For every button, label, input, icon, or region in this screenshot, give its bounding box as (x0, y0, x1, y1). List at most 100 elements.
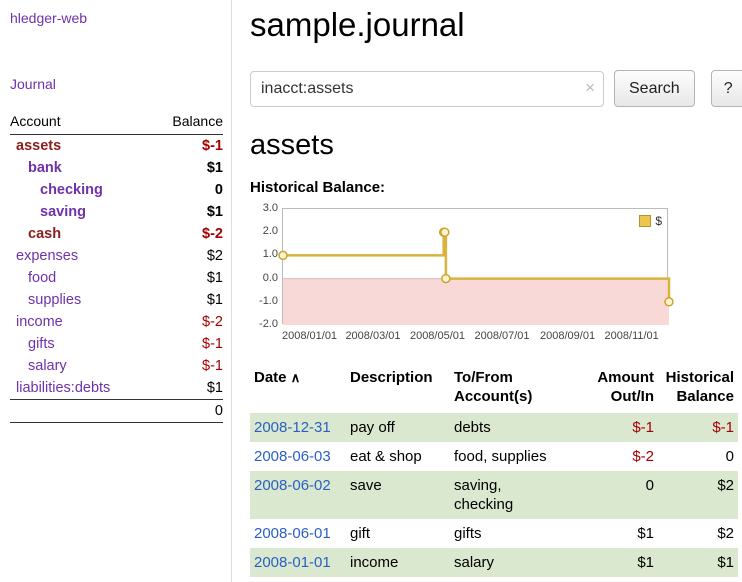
x-tick-label: 2008/01/01 (282, 330, 337, 342)
account-link-assets[interactable]: assets (16, 138, 61, 154)
transaction-amount: $1 (576, 519, 658, 548)
account-row: gifts $-1 (10, 333, 223, 355)
col-date[interactable]: Date ∧ (250, 366, 346, 413)
y-tick-label: 2.0 (250, 225, 278, 237)
transaction-balance: 0 (658, 442, 738, 471)
transaction-balance: $2 (658, 471, 738, 519)
transaction-amount: $-2 (576, 442, 658, 471)
account-balance: $1 (152, 157, 223, 179)
account-link-salary[interactable]: salary (28, 358, 67, 374)
account-link-saving[interactable]: saving (40, 204, 86, 220)
help-button[interactable]: ? (711, 70, 742, 107)
transaction-accounts: debts (450, 413, 576, 442)
search-bar: × Search ? (250, 70, 742, 107)
register-row: 2008-06-01 gift gifts $1 $2 (250, 519, 738, 548)
account-link-bank[interactable]: bank (28, 160, 62, 176)
negative-region (283, 279, 669, 325)
transaction-description: gift (346, 519, 450, 548)
legend-label: $ (655, 214, 662, 228)
account-balance: $2 (152, 245, 223, 267)
transaction-accounts: food, supplies (450, 442, 576, 471)
search-input-wrap: × (250, 71, 604, 107)
account-balance: $1 (152, 201, 223, 223)
account-balance: 0 (152, 179, 223, 201)
account-link-gifts[interactable]: gifts (28, 336, 55, 352)
transaction-balance: $1 (658, 548, 738, 577)
transaction-amount: 0 (576, 471, 658, 519)
register-row: 2008-06-03 eat & shop food, supplies $-2… (250, 442, 738, 471)
transaction-date-link[interactable]: 2008-01-01 (254, 554, 331, 571)
account-row: salary $-1 (10, 355, 223, 377)
accounts-total-balance: 0 (152, 400, 223, 423)
account-row: expenses $2 (10, 245, 223, 267)
accounts-col-balance: Balance (152, 110, 223, 135)
register-row: 2008-12-31 pay off debts $-1 $-1 (250, 413, 738, 442)
account-balance: $1 (152, 289, 223, 311)
sort-ascending-icon: ∧ (291, 370, 301, 385)
account-link-food[interactable]: food (28, 270, 56, 286)
account-heading: assets (250, 129, 742, 162)
transaction-date-link[interactable]: 2008-06-01 (254, 525, 331, 542)
account-link-checking[interactable]: checking (40, 182, 103, 198)
sidebar-item-journal[interactable]: Journal (10, 76, 56, 92)
register-row: 2008-01-01 income salary $1 $1 (250, 548, 738, 577)
col-accounts: To/From Account(s) (450, 366, 576, 413)
account-balance: $-1 (152, 333, 223, 355)
accounts-table: Account Balance assets $-1 bank $1 check… (10, 110, 223, 423)
transaction-description: pay off (346, 413, 450, 442)
account-link-cash[interactable]: cash (28, 226, 61, 242)
chart-section-label: Historical Balance: (250, 179, 742, 196)
transaction-date-link[interactable]: 2008-06-02 (254, 477, 331, 494)
account-link-supplies[interactable]: supplies (28, 292, 81, 308)
chart-plot-svg (283, 209, 669, 325)
account-balance: $-2 (152, 311, 223, 333)
transaction-accounts: gifts (450, 519, 576, 548)
y-tick-label: 0.0 (250, 272, 278, 284)
account-link-liabilities-debts[interactable]: liabilities:debts (16, 380, 110, 396)
x-tick-label: 2008/09/01 (540, 330, 595, 342)
account-balance: $-1 (152, 135, 223, 158)
accounts-col-account: Account (10, 110, 152, 135)
account-row: assets $-1 (10, 135, 223, 158)
account-balance: $-2 (152, 223, 223, 245)
transaction-accounts: saving, checking (450, 471, 576, 519)
register-row: 2008-06-02 save saving, checking 0 $2 (250, 471, 738, 519)
clear-search-icon[interactable]: × (585, 78, 595, 98)
col-balance: Historical Balance (658, 366, 738, 413)
search-input[interactable] (250, 71, 604, 107)
transaction-description: income (346, 548, 450, 577)
account-balance: $1 (152, 267, 223, 289)
col-amount: Amount Out/In (576, 366, 658, 413)
transaction-amount: $-1 (576, 413, 658, 442)
chart-plot-area: $ (282, 208, 668, 324)
transaction-date-link[interactable]: 2008-06-03 (254, 448, 331, 465)
y-tick-label: -1.0 (250, 295, 278, 307)
data-point-marker (441, 228, 449, 236)
search-button[interactable]: Search (614, 70, 695, 107)
account-row: supplies $1 (10, 289, 223, 311)
y-tick-label: 1.0 (250, 248, 278, 260)
app-title-link[interactable]: hledger-web (10, 10, 87, 26)
account-link-expenses[interactable]: expenses (16, 248, 78, 264)
x-tick-label: 2008/11/01 (605, 330, 659, 342)
transaction-accounts: salary (450, 548, 576, 577)
account-row: bank $1 (10, 157, 223, 179)
data-point-marker (442, 275, 450, 283)
historical-balance-chart: $ 3.02.01.00.0-1.0-2.02008/01/012008/03/… (250, 202, 702, 348)
data-point-marker (279, 251, 287, 259)
account-link-income[interactable]: income (16, 314, 63, 330)
account-row: income $-2 (10, 311, 223, 333)
col-description: Description (346, 366, 450, 413)
accounts-header-row: Account Balance (10, 110, 223, 135)
y-tick-label: -2.0 (250, 318, 278, 330)
x-tick-label: 2008/03/01 (345, 330, 400, 342)
transaction-date-link[interactable]: 2008-12-31 (254, 419, 331, 436)
main-content: sample.journal × Search ? assets Histori… (232, 0, 742, 582)
x-tick-label: 2008/05/01 (410, 330, 465, 342)
transaction-balance: $2 (658, 519, 738, 548)
legend-swatch-icon (639, 215, 651, 227)
transaction-balance: $-1 (658, 413, 738, 442)
app-window: hledger-web Journal Account Balance asse… (0, 0, 742, 582)
transaction-description: save (346, 471, 450, 519)
register-table: Date ∧ Description To/From Account(s) Am… (250, 366, 738, 577)
